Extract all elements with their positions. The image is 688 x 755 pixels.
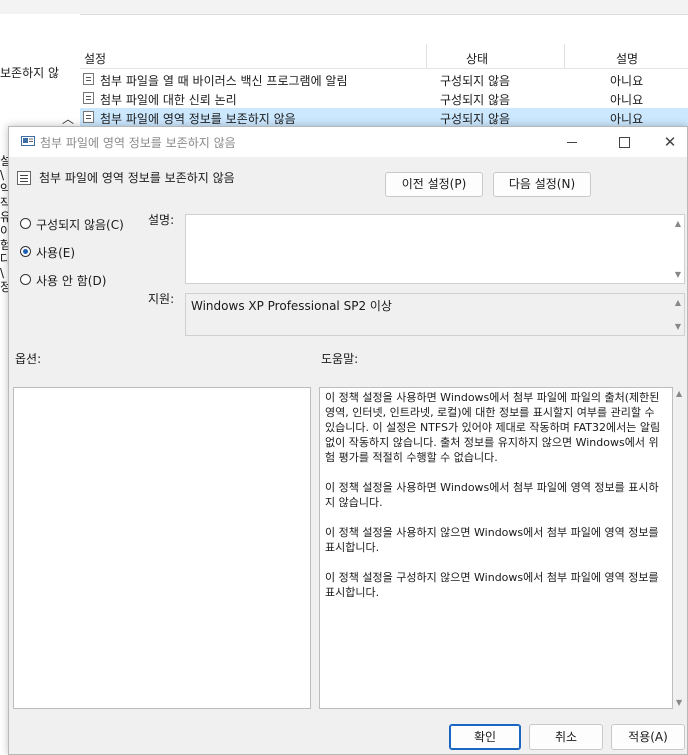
settings-list-row[interactable]: 첨부 파일에 대한 신뢰 논리 구성되지 않음 아니요 bbox=[80, 89, 688, 108]
scroll-down-icon[interactable]: ▼ bbox=[676, 698, 682, 707]
scroll-up-icon[interactable]: ▲ bbox=[676, 389, 682, 398]
apply-button[interactable]: 적용(A) bbox=[611, 724, 685, 750]
policy-title: 첨부 파일에 영역 정보를 보존하지 않음 bbox=[39, 171, 235, 185]
row-comment: 아니요 bbox=[610, 93, 644, 107]
settings-list-row-selected[interactable]: 첨부 파일에 영역 정보를 보존하지 않음 구성되지 않음 아니요 bbox=[80, 108, 688, 127]
policy-setting-icon bbox=[83, 92, 94, 104]
settings-list-header: 설정 상태 설명 bbox=[80, 44, 688, 69]
column-divider[interactable] bbox=[426, 44, 427, 68]
minimize-button[interactable] bbox=[549, 127, 595, 157]
supported-on-field: Windows XP Professional SP2 이상 ▲ ▼ bbox=[185, 293, 685, 336]
tree-scroll-up-icon[interactable]: ︿ bbox=[62, 110, 74, 127]
policy-header-icon bbox=[17, 171, 31, 185]
options-label: 옵션: bbox=[15, 352, 42, 366]
description-label: 설명: bbox=[148, 213, 175, 227]
ok-button[interactable]: 확인 bbox=[449, 724, 521, 750]
policy-setting-icon bbox=[83, 73, 94, 85]
scroll-down-icon[interactable]: ▼ bbox=[675, 322, 681, 331]
background-toolbar-strip bbox=[0, 0, 688, 15]
column-divider[interactable] bbox=[564, 44, 565, 68]
policy-setting-icon bbox=[83, 111, 94, 123]
row-state: 구성되지 않음 bbox=[440, 93, 511, 107]
help-scrollbar[interactable]: ▲ ▼ bbox=[673, 387, 687, 709]
row-comment: 아니요 bbox=[610, 112, 644, 126]
supported-on-label: 지원: bbox=[148, 292, 175, 306]
radio-button-icon bbox=[20, 218, 31, 229]
previous-setting-button[interactable]: 이전 설정(P) bbox=[385, 172, 483, 197]
help-pane[interactable]: 이 정책 설정을 사용하면 Windows에서 첨부 파일에 파일의 출처(제한… bbox=[319, 387, 673, 709]
scroll-down-icon[interactable]: ▼ bbox=[675, 270, 681, 279]
close-icon: ✕ bbox=[663, 133, 677, 151]
help-label: 도움말: bbox=[321, 352, 359, 366]
scroll-up-icon[interactable]: ▲ bbox=[675, 219, 681, 228]
policy-setting-dialog: 첨부 파일에 영역 정보를 보존하지 않음 ✕ 첨부 파일에 영역 정보를 보존… bbox=[8, 126, 688, 755]
description-field[interactable]: ▲ ▼ bbox=[185, 214, 685, 284]
supported-on-value: Windows XP Professional SP2 이상 bbox=[191, 299, 392, 313]
cancel-button[interactable]: 취소 bbox=[529, 724, 603, 750]
close-button[interactable]: ✕ bbox=[647, 127, 688, 157]
maximize-icon bbox=[618, 137, 630, 148]
tree-selected-node[interactable]: 보존하지 않 bbox=[0, 64, 59, 81]
row-setting-name: 첨부 파일에 영역 정보를 보존하지 않음 bbox=[100, 112, 296, 126]
row-state: 구성되지 않음 bbox=[440, 112, 511, 126]
scroll-up-icon[interactable]: ▲ bbox=[675, 298, 681, 307]
minimize-icon bbox=[567, 142, 577, 143]
row-comment: 아니요 bbox=[610, 74, 644, 88]
column-header-state[interactable]: 상태 bbox=[466, 50, 488, 67]
column-header-comment[interactable]: 설명 bbox=[616, 50, 638, 67]
help-text: 이 정책 설정을 사용하면 Windows에서 첨부 파일에 파일의 출처(제한… bbox=[325, 391, 661, 599]
dialog-titlebar[interactable]: 첨부 파일에 영역 정보를 보존하지 않음 ✕ bbox=[9, 127, 687, 157]
radio-button-icon bbox=[20, 274, 31, 285]
column-header-setting[interactable]: 설정 bbox=[84, 50, 106, 67]
radio-button-selected-icon bbox=[20, 246, 31, 257]
row-setting-name: 첨부 파일에 대한 신뢰 논리 bbox=[100, 93, 237, 107]
dialog-title: 첨부 파일에 영역 정보를 보존하지 않음 bbox=[40, 136, 236, 150]
radio-label: 구성되지 않음(C) bbox=[36, 218, 124, 232]
radio-label: 사용(E) bbox=[36, 246, 76, 260]
settings-list-row[interactable]: 첨부 파일을 열 때 바이러스 백신 프로그램에 알림 구성되지 않음 아니요 bbox=[80, 70, 688, 89]
policy-icon bbox=[21, 136, 35, 146]
row-setting-name: 첨부 파일을 열 때 바이러스 백신 프로그램에 알림 bbox=[100, 74, 348, 88]
options-pane bbox=[13, 387, 311, 709]
row-state: 구성되지 않음 bbox=[440, 74, 511, 88]
next-setting-button[interactable]: 다음 설정(N) bbox=[493, 172, 591, 197]
maximize-button[interactable] bbox=[601, 127, 647, 157]
radio-label: 사용 안 함(D) bbox=[36, 274, 107, 288]
